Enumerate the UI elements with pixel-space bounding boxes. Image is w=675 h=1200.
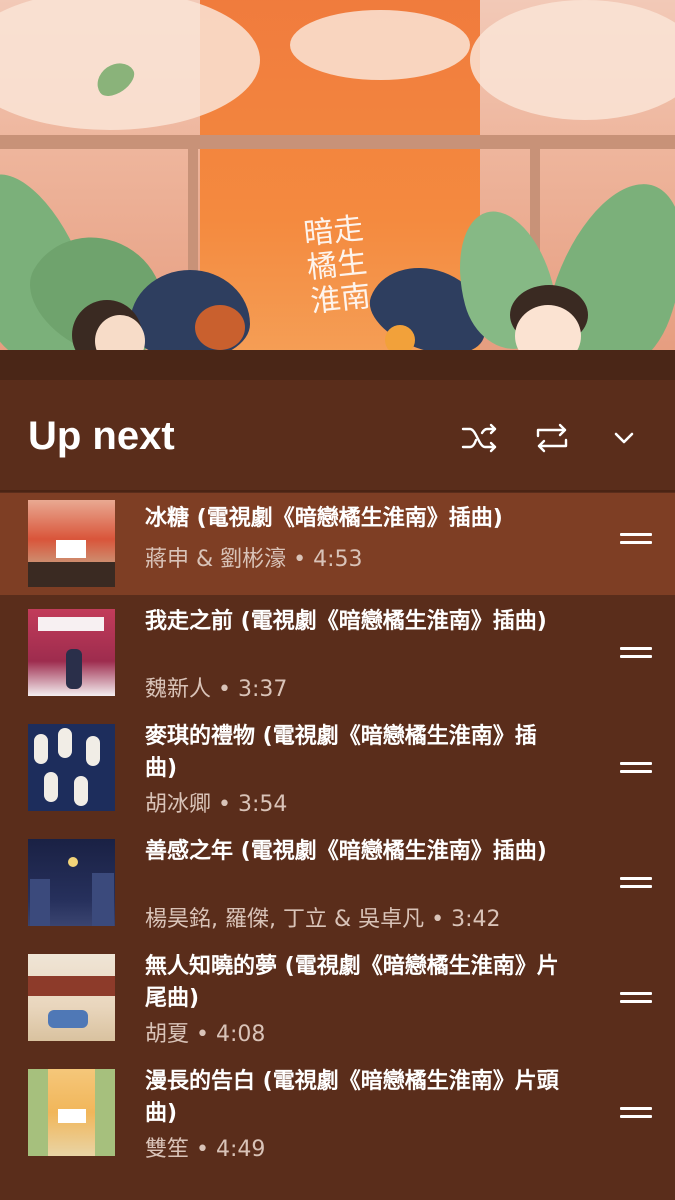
up-next-panel: Up next 冰糖 (電視劇《暗戀橘生淮南》插曲) 蔣申 & 劉彬濠 • 4:… bbox=[0, 380, 675, 1200]
track-title: 無人知曉的夢 (電視劇《暗戀橘生淮南》片尾曲) bbox=[145, 954, 559, 1011]
art-flower bbox=[195, 305, 245, 350]
panel-header: Up next bbox=[0, 380, 675, 490]
track-subtitle: 胡夏 • 4:08 bbox=[145, 1022, 266, 1047]
art-cloud bbox=[470, 0, 675, 120]
track-title: 麥琪的禮物 (電視劇《暗戀橘生淮南》插曲) bbox=[145, 724, 537, 781]
art-window-frame bbox=[0, 135, 675, 149]
queue-item[interactable]: 漫長的告白 (電視劇《暗戀橘生淮南》片頭曲) 雙笙 • 4:49 bbox=[0, 1068, 675, 1183]
track-thumbnail bbox=[28, 954, 115, 1041]
track-subtitle: 魏新人 • 3:37 bbox=[145, 677, 288, 702]
track-thumbnail bbox=[28, 500, 115, 587]
queue-item[interactable]: 冰糖 (電視劇《暗戀橘生淮南》插曲) 蔣申 & 劉彬濠 • 4:53 bbox=[0, 493, 675, 595]
divider bbox=[0, 490, 675, 492]
drag-handle-icon[interactable] bbox=[620, 877, 652, 891]
track-title: 我走之前 (電視劇《暗戀橘生淮南》插曲) bbox=[145, 609, 547, 634]
track-subtitle: 雙笙 • 4:49 bbox=[145, 1137, 266, 1162]
shuffle-icon[interactable] bbox=[458, 416, 502, 460]
queue-item[interactable]: 無人知曉的夢 (電視劇《暗戀橘生淮南》片尾曲) 胡夏 • 4:08 bbox=[0, 953, 675, 1068]
chevron-down-icon[interactable] bbox=[602, 416, 646, 460]
track-subtitle: 胡冰卿 • 3:54 bbox=[145, 792, 288, 817]
repeat-icon[interactable] bbox=[530, 416, 574, 460]
queue-item[interactable]: 善感之年 (電視劇《暗戀橘生淮南》插曲) 楊昊銘, 羅傑, 丁立 & 吳卓凡 •… bbox=[0, 838, 675, 953]
track-title: 漫長的告白 (電視劇《暗戀橘生淮南》片頭曲) bbox=[145, 1069, 559, 1126]
track-title: 冰糖 (電視劇《暗戀橘生淮南》插曲) bbox=[145, 506, 503, 531]
track-thumbnail bbox=[28, 839, 115, 926]
queue-item[interactable]: 麥琪的禮物 (電視劇《暗戀橘生淮南》插曲) 胡冰卿 • 3:54 bbox=[0, 723, 675, 838]
art-cloud bbox=[290, 10, 470, 80]
album-art: 暗走橘生淮南 bbox=[0, 0, 675, 380]
drag-handle-icon[interactable] bbox=[620, 647, 652, 661]
track-thumbnail bbox=[28, 609, 115, 696]
drag-handle-icon[interactable] bbox=[620, 533, 652, 547]
track-title: 善感之年 (電視劇《暗戀橘生淮南》插曲) bbox=[145, 839, 547, 864]
drag-handle-icon[interactable] bbox=[620, 1107, 652, 1121]
drag-handle-icon[interactable] bbox=[620, 762, 652, 776]
queue-list: 冰糖 (電視劇《暗戀橘生淮南》插曲) 蔣申 & 劉彬濠 • 4:53 我走之前 … bbox=[0, 493, 675, 1183]
art-logo-calligraphy: 暗走橘生淮南 bbox=[301, 211, 373, 320]
queue-item[interactable]: 我走之前 (電視劇《暗戀橘生淮南》插曲) 魏新人 • 3:37 bbox=[0, 608, 675, 723]
drag-handle-icon[interactable] bbox=[620, 992, 652, 1006]
art-table bbox=[0, 350, 675, 380]
page-title: Up next bbox=[28, 414, 175, 458]
track-subtitle: 楊昊銘, 羅傑, 丁立 & 吳卓凡 • 3:42 bbox=[145, 907, 501, 932]
track-subtitle: 蔣申 & 劉彬濠 • 4:53 bbox=[145, 547, 363, 572]
track-thumbnail bbox=[28, 1069, 115, 1156]
track-thumbnail bbox=[28, 724, 115, 811]
